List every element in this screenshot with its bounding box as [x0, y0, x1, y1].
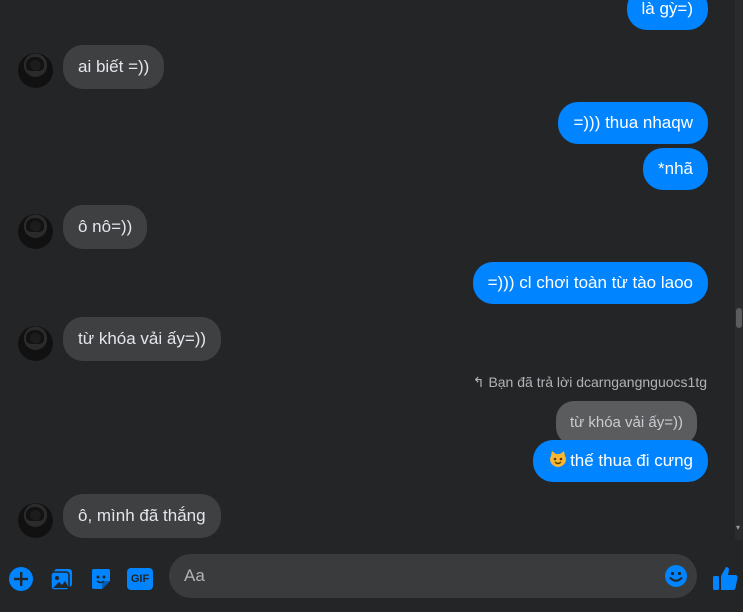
- scrollbar[interactable]: ▾: [735, 0, 743, 540]
- reply-indicator: ↰ Bạn đã trả lời dcarngangnguocs1tg: [473, 374, 707, 391]
- message-input[interactable]: Aa: [169, 554, 697, 598]
- smiling-cat-emoji: [550, 451, 567, 467]
- incoming-message[interactable]: ai biết =)): [63, 45, 165, 89]
- composer: GIF Aa: [0, 546, 743, 612]
- gif-icon[interactable]: GIF: [127, 568, 153, 590]
- outgoing-message[interactable]: =))) thua nhaqw: [558, 102, 708, 144]
- sticker-icon[interactable]: [88, 566, 114, 592]
- like-icon[interactable]: [711, 564, 739, 592]
- outgoing-message[interactable]: =))) cl chơi toàn từ tào laoo: [472, 262, 708, 304]
- outgoing-message[interactable]: *nhã: [643, 148, 708, 190]
- avatar[interactable]: [18, 326, 53, 361]
- gif-label: GIF: [130, 573, 150, 585]
- avatar[interactable]: [18, 214, 53, 249]
- avatar[interactable]: [18, 503, 53, 538]
- photo-icon[interactable]: [49, 566, 75, 592]
- reply-indicator-text: Bạn đã trả lời dcarngangnguocs1tg: [488, 374, 707, 390]
- outgoing-message-text: thế thua đi cưng: [570, 451, 693, 470]
- scroll-down-arrow-icon[interactable]: ▾: [736, 524, 742, 532]
- plus-icon[interactable]: [8, 566, 34, 592]
- outgoing-message[interactable]: là gỳ=): [626, 0, 708, 30]
- emoji-icon[interactable]: [664, 564, 688, 588]
- incoming-message[interactable]: từ khóa vải ấy=)): [63, 317, 222, 361]
- avatar[interactable]: [18, 53, 53, 88]
- incoming-message[interactable]: ô nô=)): [63, 205, 148, 249]
- scrollbar-thumb[interactable]: [736, 308, 742, 328]
- incoming-message[interactable]: ô, mình đã thắng: [63, 494, 221, 538]
- reply-arrow-icon: ↰: [472, 374, 485, 390]
- quoted-message[interactable]: từ khóa vải ấy=)): [555, 401, 697, 445]
- outgoing-message[interactable]: thế thua đi cưng: [533, 440, 708, 482]
- message-input-placeholder: Aa: [184, 566, 205, 585]
- message-list[interactable]: là gỳ=) ai biết =)) =))) thua nhaqw *nhã…: [0, 0, 735, 540]
